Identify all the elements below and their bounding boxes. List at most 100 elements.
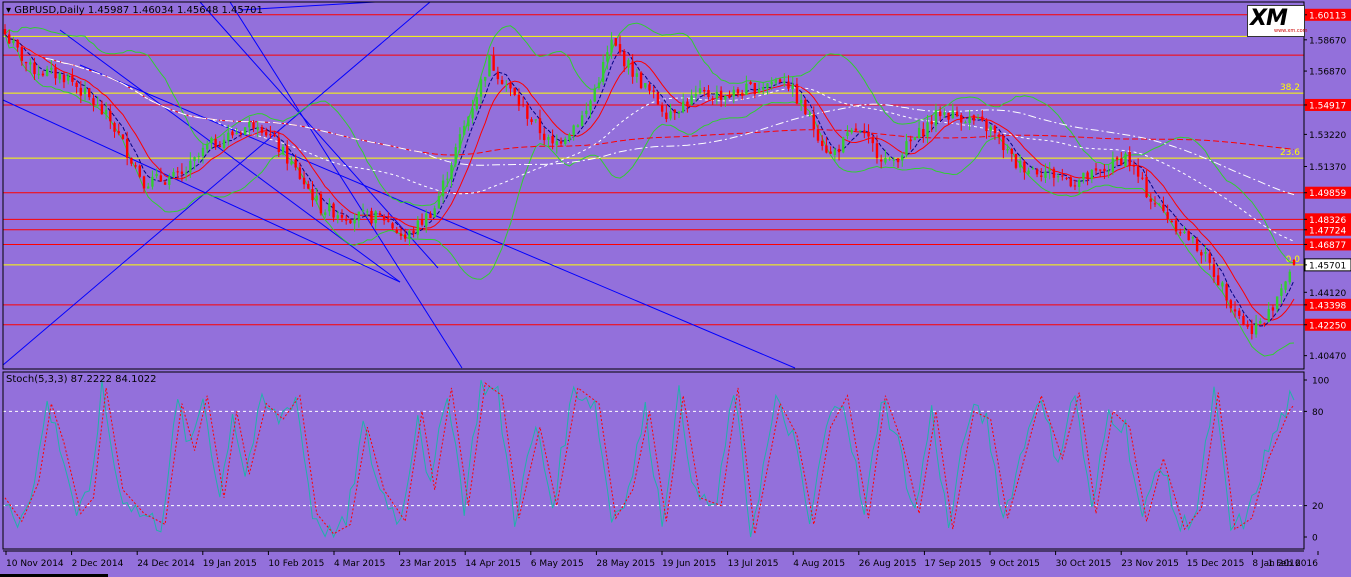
candle-body [631, 61, 634, 77]
candle-body [1183, 231, 1186, 233]
candle-body [412, 230, 415, 234]
candle-body [854, 128, 858, 131]
candle-body [462, 125, 466, 135]
candle-body [846, 132, 849, 137]
candle-body [142, 176, 146, 189]
candle-body [1238, 310, 1241, 316]
candle-body [172, 171, 175, 177]
indicator-panel-frame [2, 371, 1305, 550]
y-tick-label: 1.53220 [1309, 131, 1346, 141]
trading-chart-window[interactable]: 38.2 23.6 0.0 1.60113 1.58670 1.56870 1.54917… [0, 0, 1351, 577]
candle-body [985, 120, 988, 132]
candle-body [66, 75, 70, 81]
candle-body [1094, 168, 1098, 171]
candle-body [425, 213, 428, 227]
candle-body [340, 214, 344, 218]
candle-body [1103, 168, 1106, 172]
ma-slow-red [4, 33, 1295, 156]
candle-body [273, 134, 276, 137]
candle-body [627, 60, 630, 68]
candle-body [648, 84, 651, 91]
candle-body [332, 203, 335, 218]
candle-body [269, 134, 272, 136]
candle-body [218, 145, 222, 148]
xm-logo-url: www.xm.com [1274, 28, 1308, 34]
candle-body [1267, 309, 1270, 322]
candle-body [639, 72, 643, 89]
candle-body [416, 220, 420, 235]
stoch-y-label: 80 [1312, 408, 1324, 418]
candle-body [610, 39, 613, 53]
candle-body [922, 128, 925, 137]
candle-body [934, 110, 938, 126]
candle-body [1153, 203, 1157, 205]
x-tick-label: 19 Jan 2015 [203, 559, 257, 569]
candle-body [134, 165, 137, 167]
candle-body [1082, 172, 1085, 180]
candle-body [1166, 212, 1169, 220]
candle-body [382, 216, 386, 221]
candle-body [83, 88, 87, 95]
chart-canvas[interactable]: 38.223.60.0 1.601131.586701.568701.54917… [0, 0, 1351, 577]
candle-body [711, 98, 714, 100]
candle-body [58, 73, 61, 80]
candle-body [686, 101, 689, 106]
candle-body [1292, 259, 1296, 265]
candle-body [387, 220, 390, 222]
candle-body [913, 137, 917, 141]
x-tick-label: 24 Dec 2014 [137, 559, 195, 569]
candle-body [960, 115, 963, 123]
candle-body [1275, 296, 1279, 310]
symbol-line: GBPUSD,Daily 1.45987 1.46034 1.45648 1.4… [14, 5, 263, 16]
candle-body [1136, 166, 1140, 177]
candle-body [795, 83, 799, 104]
candle-body [884, 158, 887, 163]
candle-body [833, 149, 837, 156]
candle-body [1099, 169, 1102, 171]
candle-body [92, 98, 95, 106]
candle-body [109, 111, 112, 122]
candle-body [1179, 232, 1182, 234]
candle-body [79, 87, 83, 96]
candle-body [1208, 253, 1211, 263]
candle-body [193, 157, 196, 162]
y-tick-label: 1.45701 [1309, 261, 1346, 271]
candle-body [505, 84, 508, 86]
candle-body [1132, 165, 1136, 167]
y-tick-label: 1.44120 [1309, 289, 1346, 299]
indicator-title: Stoch(5,3,3) 87.2222 84.1022 [6, 374, 157, 385]
candle-body [1018, 160, 1022, 168]
bollinger-upper [4, 22, 1295, 264]
candle-body [286, 145, 289, 164]
candle-body [1061, 175, 1064, 177]
candle-body [690, 95, 693, 105]
candle-body [538, 118, 542, 134]
candle-body [197, 155, 200, 157]
candle-body [875, 143, 879, 158]
x-tick-label: 26 Aug 2015 [859, 559, 917, 569]
trend-line [229, 1, 463, 369]
candle-body [745, 83, 748, 95]
candle-body [1212, 264, 1216, 277]
candle-body [580, 115, 584, 126]
candle-body [681, 101, 685, 112]
candle-body [652, 90, 655, 92]
y-tick-label: 1.42250 [1309, 321, 1346, 331]
candle-body [125, 138, 129, 158]
candle-body [248, 121, 251, 128]
candle-body [290, 161, 293, 165]
candle-body [665, 112, 668, 120]
chevron-down-icon[interactable]: ▾ [6, 5, 11, 16]
candle-body [787, 81, 790, 89]
candle-body [1115, 157, 1119, 160]
candle-body [1229, 300, 1233, 309]
candle-body [184, 172, 188, 174]
x-tick-label: 13 Jul 2015 [728, 559, 779, 569]
candle-body [113, 122, 116, 132]
candle-body [1077, 179, 1081, 187]
candle-body [938, 111, 942, 117]
candle-body [917, 127, 921, 138]
candle-body [479, 79, 483, 97]
stoch-main-line [4, 379, 1295, 539]
x-tick-label: 10 Feb 2015 [268, 559, 324, 569]
